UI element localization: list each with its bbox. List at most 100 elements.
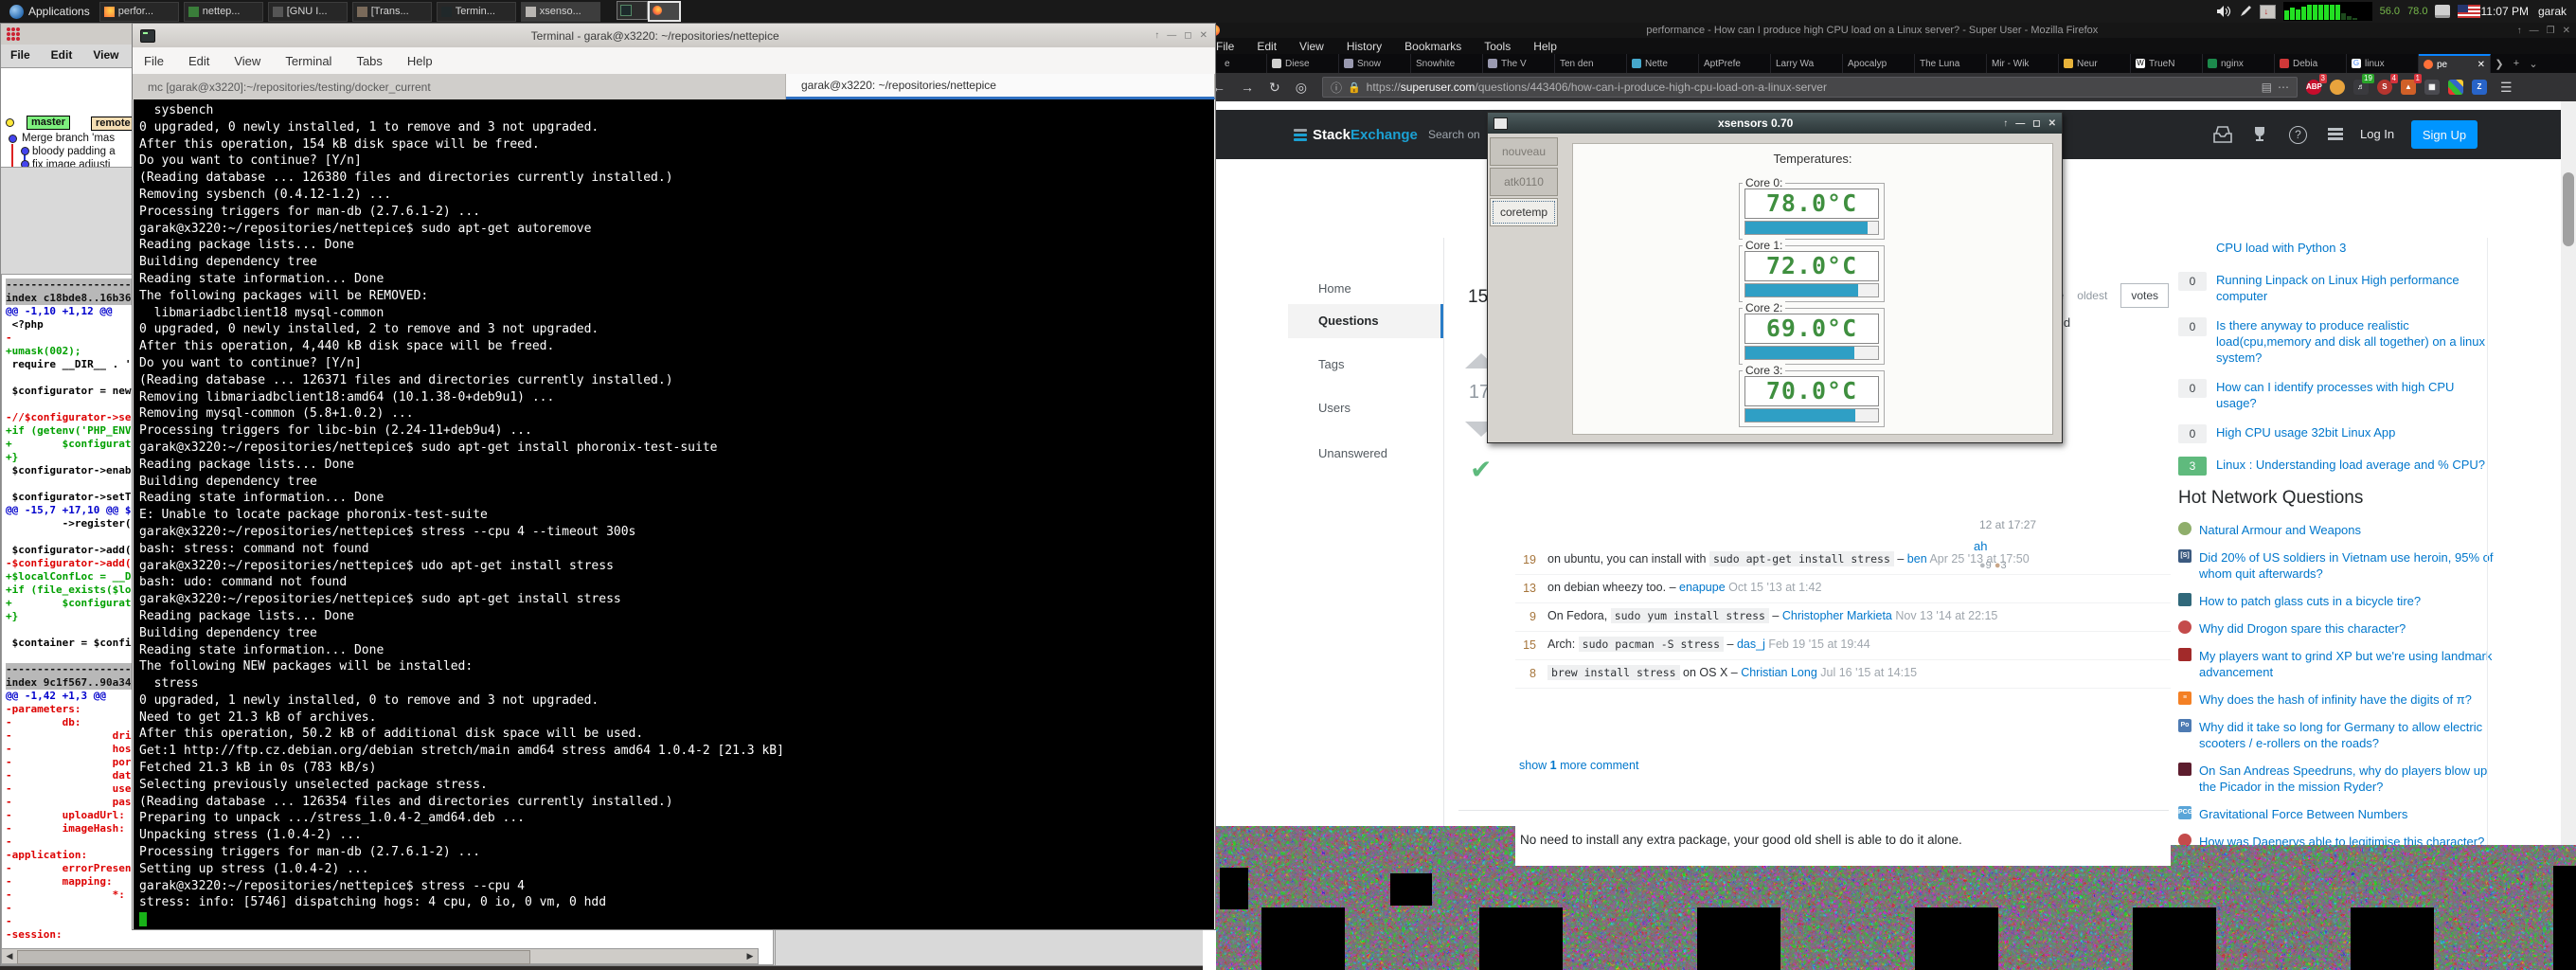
minimize-icon[interactable]: ― [1167,30,1176,41]
hot-question-link[interactable]: Why does the hash of infinity have the d… [2199,692,2472,708]
related-question[interactable]: 3Linux : Understanding load average and … [2178,457,2496,476]
stylus-icon[interactable] [2239,5,2252,18]
comment-author-link[interactable]: enapupe [1679,581,1726,594]
terminal-tab-shell[interactable]: garak@x3220: ~/repositories/nettepice [786,74,1215,99]
hot-question[interactable]: ≡Why does the hash of infinity have the … [2178,692,2496,708]
maximize-icon[interactable]: ◻ [1184,30,1191,41]
hot-question[interactable]: PCGGravitational Force Between Numbers [2178,806,2496,822]
minimize-icon[interactable]: ― [2530,26,2539,36]
menu-item-help[interactable]: Help [1533,40,1557,53]
taskbar-button[interactable]: xsenso... [521,2,600,22]
colorgrid-extension-icon[interactable] [2448,80,2463,95]
comment-author-link[interactable]: das_j [1737,638,1765,651]
hamburger-menu-icon[interactable]: ☰ [2500,80,2513,96]
close-icon[interactable]: ✕ [1200,30,1208,41]
url-text[interactable]: https://superuser.com/questions/443406/h… [1367,81,2256,94]
terminal-screen[interactable]: sysbench 0 upgraded, 0 newly installed, … [134,99,1214,929]
clock[interactable]: 11:07 PM [2480,5,2528,18]
hot-question[interactable]: My players want to grind XP but we're us… [2178,648,2496,680]
login-link[interactable]: Log In [2360,127,2394,141]
sort-oldest[interactable]: oldest [2077,289,2107,302]
browser-tab[interactable]: Mir - Wik [1987,54,2059,73]
comment-author-link[interactable]: Christopher Markieta [1782,609,1892,622]
related-question[interactable]: 0High CPU usage 32bit Linux App [2178,424,2496,443]
applications-menu[interactable]: Applications [0,0,99,23]
reader-mode-icon[interactable]: ▤ [2262,81,2272,94]
hot-question[interactable]: Natural Armour and Weapons [2178,522,2496,538]
volume-icon[interactable] [2216,5,2231,18]
hot-question-link[interactable]: How to patch glass cuts in a bicycle tir… [2199,593,2421,609]
terminal-tab-mc[interactable]: mc [garak@x3220]:~/repositories/testing/… [133,74,786,99]
menu-item-edit[interactable]: Edit [51,48,73,67]
comment-author-link[interactable]: ben [1907,552,1927,566]
related-question-link[interactable]: Running Linpack on Linux High performanc… [2216,272,2496,304]
scrollbar-thumb[interactable] [2563,172,2574,246]
taskbar-button[interactable]: nettep... [184,2,263,22]
sidebar-item-unanswered[interactable]: Unanswered [1318,446,1387,460]
sidebar-item-questions[interactable]: Questions [1288,304,1443,338]
close-icon[interactable]: ✕ [2563,26,2570,36]
menu-item-edit[interactable]: Edit [1257,40,1277,53]
monkey-extension-icon[interactable] [2330,80,2345,95]
browser-tab[interactable]: Nette [1627,54,1699,73]
related-question[interactable]: 0Running Linpack on Linux High performan… [2178,272,2496,304]
new-tab-icon[interactable]: + [2508,54,2525,73]
hot-question-link[interactable]: Why did Drogon spare this character? [2199,620,2406,637]
browser-tab[interactable]: Larry Wa [1771,54,1843,73]
related-question-link[interactable]: Linux : Understanding load average and %… [2216,457,2485,476]
hscroll-left-arrow[interactable]: ◀ [3,950,16,962]
help-icon[interactable]: ? [2289,126,2307,144]
mic-extension-icon[interactable]: ♬19 [2353,80,2369,95]
menu-item-file[interactable]: File [144,54,164,68]
reload-icon[interactable]: ↻ [1269,80,1280,96]
menu-item-tabs[interactable]: Tabs [356,54,382,68]
hot-question[interactable]: PoWhy did it take so long for Germany to… [2178,719,2496,751]
browser-tab[interactable]: Glinux [2347,54,2419,73]
taskbar-button[interactable]: [Trans... [352,2,432,22]
menu-item-tools[interactable]: Tools [1484,40,1511,53]
browser-tab[interactable]: WTrueN [2131,54,2203,73]
show-more-comments-link[interactable]: show 1 more comment [1519,759,1638,772]
related-question[interactable]: CPU load with Python 3 [2178,240,2496,259]
keyboard-layout-us-flag[interactable] [2458,5,2480,18]
related-question-link[interactable]: High CPU usage 32bit Linux App [2216,424,2395,443]
hot-question-link[interactable]: Did 20% of US soldiers in Vietnam use he… [2199,549,2496,582]
minimize-icon[interactable]: ― [2015,118,2025,129]
browser-tab[interactable]: nginx [2203,54,2275,73]
comment-author-link[interactable]: Christian Long [1741,666,1817,679]
hot-question[interactable]: On San Andreas Speedruns, why do players… [2178,763,2496,795]
menu-item-view[interactable]: View [1299,40,1324,53]
xsensors-tab-coretemp[interactable]: coretemp [1490,198,1558,226]
adblock-icon[interactable]: ABP3 [2306,80,2321,95]
browser-tab[interactable]: Snow [1339,54,1411,73]
taskbar-button[interactable]: Termin... [437,2,516,22]
tab-close-icon[interactable]: ✕ [2478,60,2485,70]
shade-icon[interactable]: ↑ [2003,118,2008,129]
menu-item-terminal[interactable]: Terminal [285,54,331,68]
menu-item-file[interactable]: File [1216,40,1234,53]
hot-question-link[interactable]: Gravitational Force Between Numbers [2199,806,2407,822]
browser-tab[interactable]: Ten den [1555,54,1627,73]
commit-row[interactable]: fix image adjusti [32,159,110,169]
menu-item-bookmarks[interactable]: Bookmarks [1404,40,1461,53]
restore-icon[interactable]: ❐ [2547,26,2555,36]
trophy-icon[interactable] [2251,126,2268,143]
browser-tab[interactable]: The V [1483,54,1555,73]
xsensors-titlebar[interactable]: xsensors 0.70 ↑―◻✕ [1488,113,2062,134]
related-question-link[interactable]: CPU load with Python 3 [2216,240,2346,259]
menu-item-view[interactable]: View [93,48,118,67]
browser-tab-active[interactable]: pe✕ [2419,54,2491,73]
hot-question-link[interactable]: Natural Armour and Weapons [2199,522,2361,538]
signup-button[interactable]: Sign Up [2411,120,2478,149]
page-actions-icon[interactable]: ⋯ [2278,81,2289,94]
hot-question[interactable]: [S]Did 20% of US soldiers in Vietnam use… [2178,549,2496,582]
menu-item-view[interactable]: View [234,54,260,68]
browser-tab[interactable]: Neur [2059,54,2131,73]
site-info-icon[interactable]: ⓘ [1331,80,1342,96]
close-icon[interactable]: ✕ [2048,118,2056,129]
z-extension-icon[interactable]: Z [2472,80,2487,95]
menu-item-help[interactable]: Help [407,54,433,68]
url-bar[interactable]: ⓘ 🔒 https://superuser.com/questions/4434… [1322,77,2298,98]
related-question[interactable]: 0How can I identify processes with high … [2178,379,2496,411]
browser-tab[interactable]: The Luna [1915,54,1987,73]
